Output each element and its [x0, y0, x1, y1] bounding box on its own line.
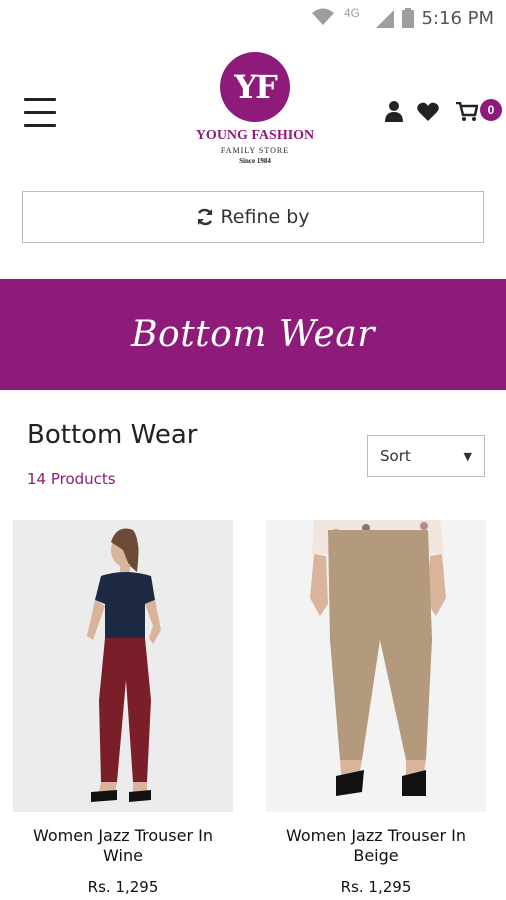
wifi-icon	[312, 8, 334, 25]
network-type: 4G	[343, 6, 360, 20]
sort-dropdown[interactable]: Sort ▼	[367, 435, 485, 477]
status-bar: 4G 5:16 PM	[0, 0, 506, 36]
banner-title: Bottom Wear	[131, 314, 375, 355]
refine-by-button[interactable]: Refine by	[22, 191, 484, 243]
cart-icon[interactable]	[456, 102, 478, 122]
product-card[interactable]: Women Jazz Trouser In Beige Rs. 1,295	[266, 520, 486, 896]
heart-icon[interactable]	[417, 102, 439, 122]
app-header: YF YOUNG FASHION FAMILY STORE Since 1984…	[0, 36, 506, 186]
refine-by-label: Refine by	[220, 206, 310, 228]
clock: 5:16 PM	[421, 8, 494, 29]
cart-count-badge: 0	[480, 99, 502, 121]
brand-name: YOUNG FASHION	[195, 128, 315, 143]
battery-icon	[402, 8, 414, 28]
brand-since: Since 1984	[239, 157, 271, 165]
product-title[interactable]: Women Jazz Trouser In Wine	[13, 826, 233, 866]
product-image[interactable]	[266, 520, 486, 812]
user-icon[interactable]	[385, 100, 403, 122]
brand-subtitle: FAMILY STORE	[220, 146, 290, 155]
product-title[interactable]: Women Jazz Trouser In Beige	[266, 826, 486, 866]
signal-icon	[376, 10, 394, 28]
sort-label: Sort	[380, 447, 411, 465]
logo-mark: YF	[220, 52, 290, 122]
menu-icon[interactable]	[24, 98, 56, 130]
brand-logo[interactable]: YF YOUNG FASHION FAMILY STORE Since 1984	[190, 52, 320, 165]
product-price: Rs. 1,295	[87, 878, 159, 896]
product-image[interactable]	[13, 520, 233, 812]
category-banner: Bottom Wear	[0, 279, 506, 390]
caret-down-icon: ▼	[463, 449, 472, 463]
page-title: Bottom Wear	[27, 420, 198, 450]
product-card[interactable]: Women Jazz Trouser In Wine Rs. 1,295	[13, 520, 233, 896]
refresh-icon	[198, 208, 213, 226]
product-count: 14 Products	[27, 470, 116, 488]
product-price: Rs. 1,295	[340, 878, 412, 896]
